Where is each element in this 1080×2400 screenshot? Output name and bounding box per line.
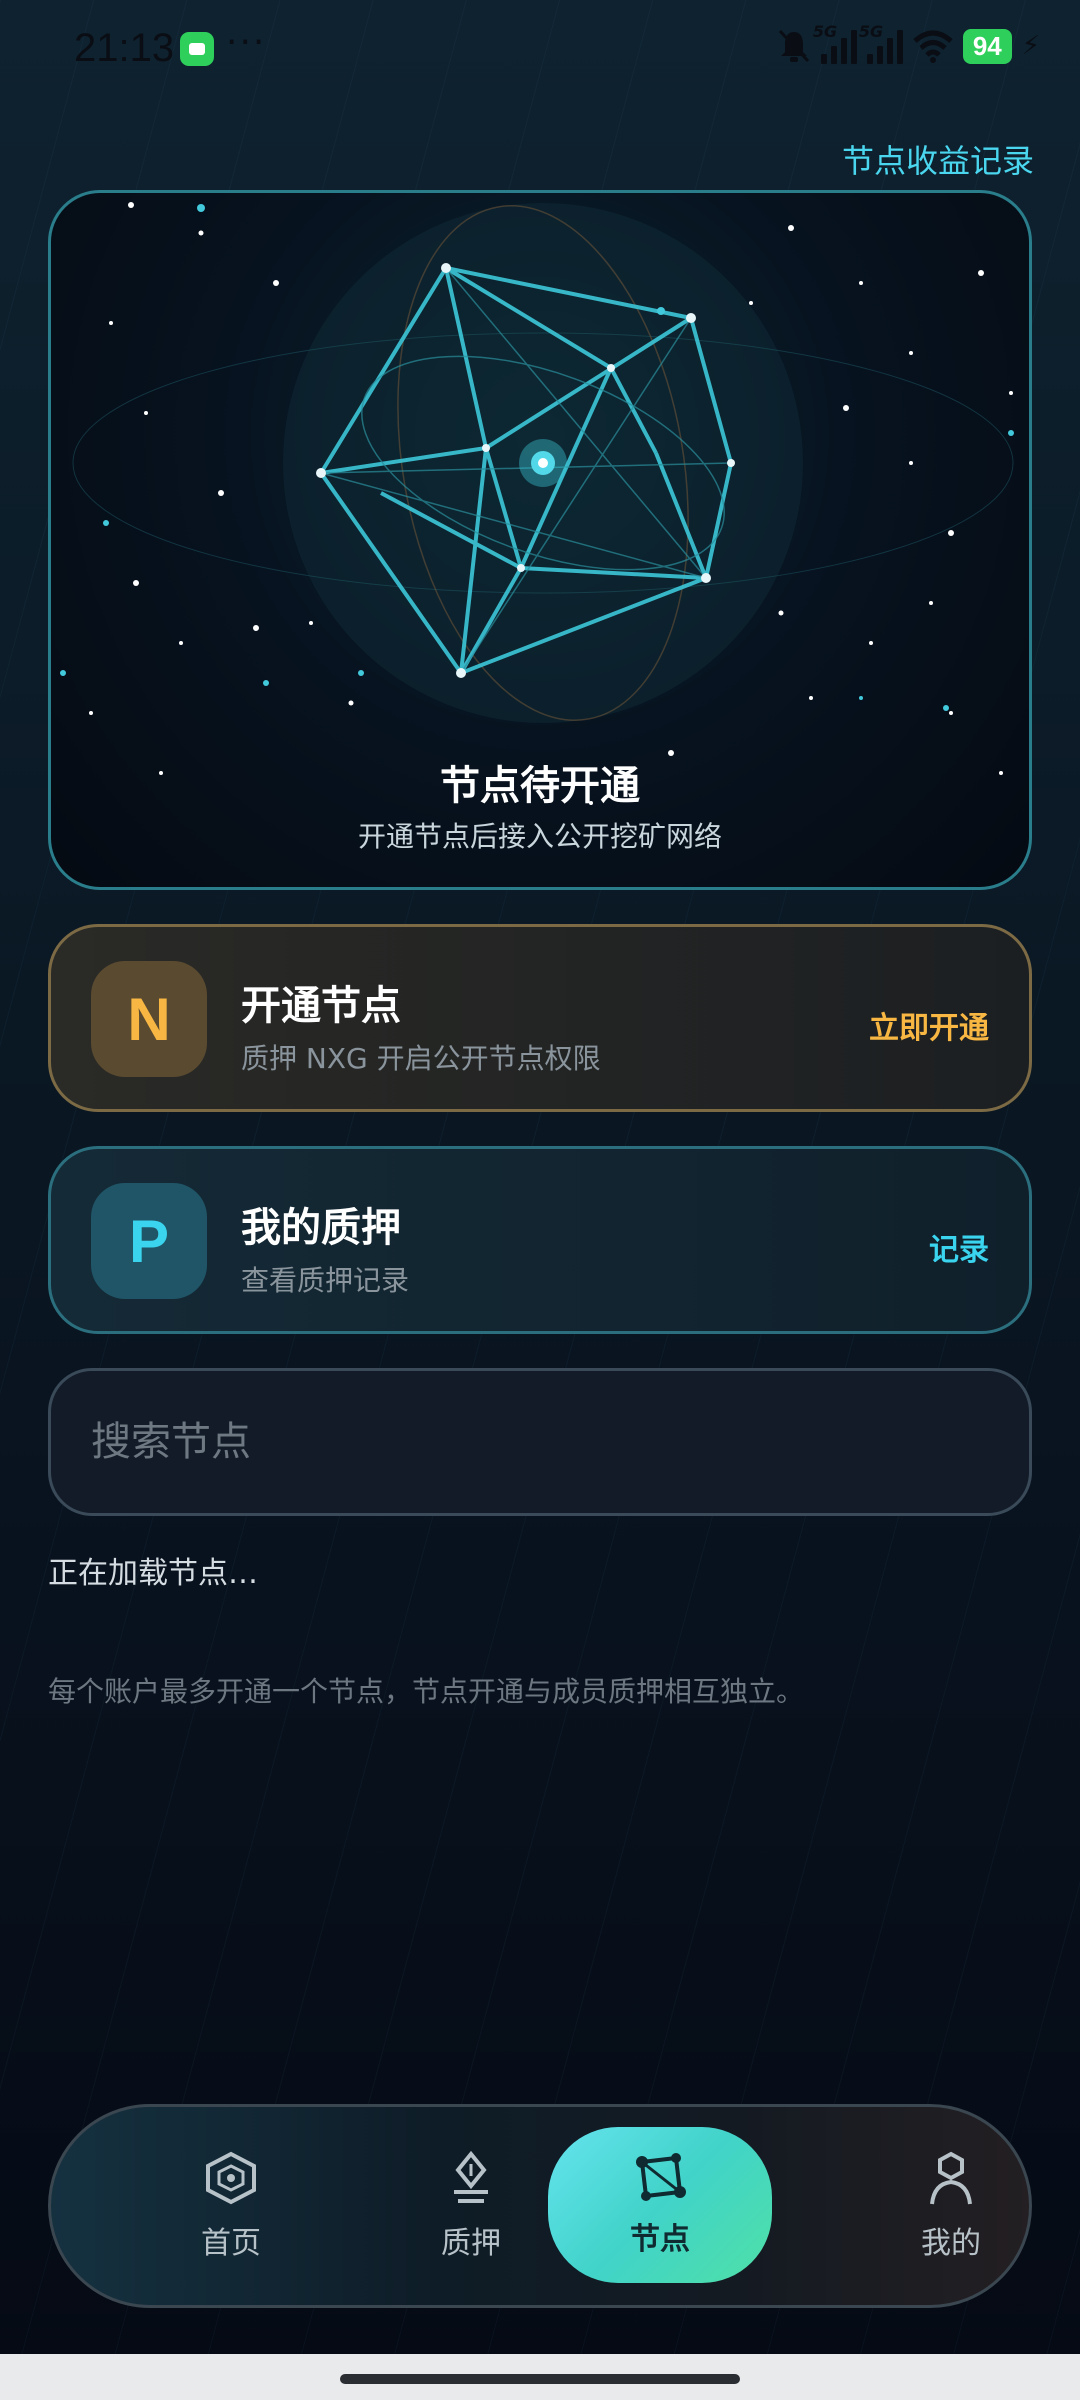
signal-2-icon: 5G <box>859 22 903 64</box>
open-node-subtitle: 质押 NXG 开启公开节点权限 <box>241 1042 601 1075</box>
network-type-2: 5G <box>858 22 884 41</box>
status-right: 5G 5G 94 ⚡ <box>777 22 1040 64</box>
battery-level: 94 <box>962 28 1012 64</box>
home-indicator[interactable] <box>340 2374 740 2384</box>
charging-icon: ⚡ <box>1021 31 1040 61</box>
my-stake-title: 我的质押 <box>241 1205 401 1251</box>
nav-home-label: 首页 <box>201 2226 261 2261</box>
open-node-card[interactable]: N 开通节点 质押 NXG 开启公开节点权限 立即开通 <box>48 924 1032 1112</box>
nav-stake-label: 质押 <box>441 2226 501 2261</box>
node-status-title: 节点待开通 <box>440 763 640 809</box>
node-status-subtitle: 开通节点后接入公开挖矿网络 <box>357 820 722 853</box>
nav-profile-label: 我的 <box>921 2226 981 2261</box>
home-hexagon-icon <box>206 2151 256 2205</box>
node-search-input[interactable] <box>91 1371 991 1513</box>
node-graph-icon <box>636 2153 686 2201</box>
node-status-hero: 节点待开通 开通节点后接入公开挖矿网络 <box>48 190 1032 890</box>
nxg-token-icon: N <box>91 961 207 1077</box>
loading-status: 正在加载节点… <box>48 1556 258 1591</box>
profile-icon <box>930 2151 972 2205</box>
nav-node-label: 节点 <box>630 2222 690 2257</box>
stake-pen-icon <box>454 2150 488 2203</box>
stake-p-icon: P <box>91 1183 207 1299</box>
status-time: 21:13 <box>74 26 175 70</box>
chat-app-icon <box>180 32 214 66</box>
node-earnings-link[interactable]: 节点收益记录 <box>842 136 1034 182</box>
wifi-icon <box>913 30 953 63</box>
my-stake-subtitle: 查看质押记录 <box>241 1264 410 1297</box>
status-bar: 21:13 ··· 5G 5G 94 ⚡ <box>0 0 1080 100</box>
nav-node-active[interactable]: 节点 <box>548 2127 772 2283</box>
bottom-nav: 首页 质押 节点 我的 <box>48 2104 1032 2308</box>
node-limit-note: 每个账户最多开通一个节点，节点开通与成员质押相互独立。 <box>48 1675 805 1708</box>
network-type-1: 5G <box>812 22 838 41</box>
stake-records-button[interactable]: 记录 <box>929 1225 989 1269</box>
open-node-title: 开通节点 <box>241 983 401 1029</box>
open-now-button[interactable]: 立即开通 <box>869 1003 989 1047</box>
nav-profile[interactable]: 我的 <box>841 2107 1061 2305</box>
system-home-bar <box>0 2354 1080 2400</box>
mute-icon <box>778 29 809 63</box>
nav-home[interactable]: 首页 <box>121 2107 341 2305</box>
my-stake-card[interactable]: P 我的质押 查看质押记录 记录 <box>48 1146 1032 1334</box>
more-notifications-icon: ··· <box>226 22 267 63</box>
node-search-box <box>48 1368 1032 1516</box>
signal-1-icon: 5G <box>813 22 857 64</box>
